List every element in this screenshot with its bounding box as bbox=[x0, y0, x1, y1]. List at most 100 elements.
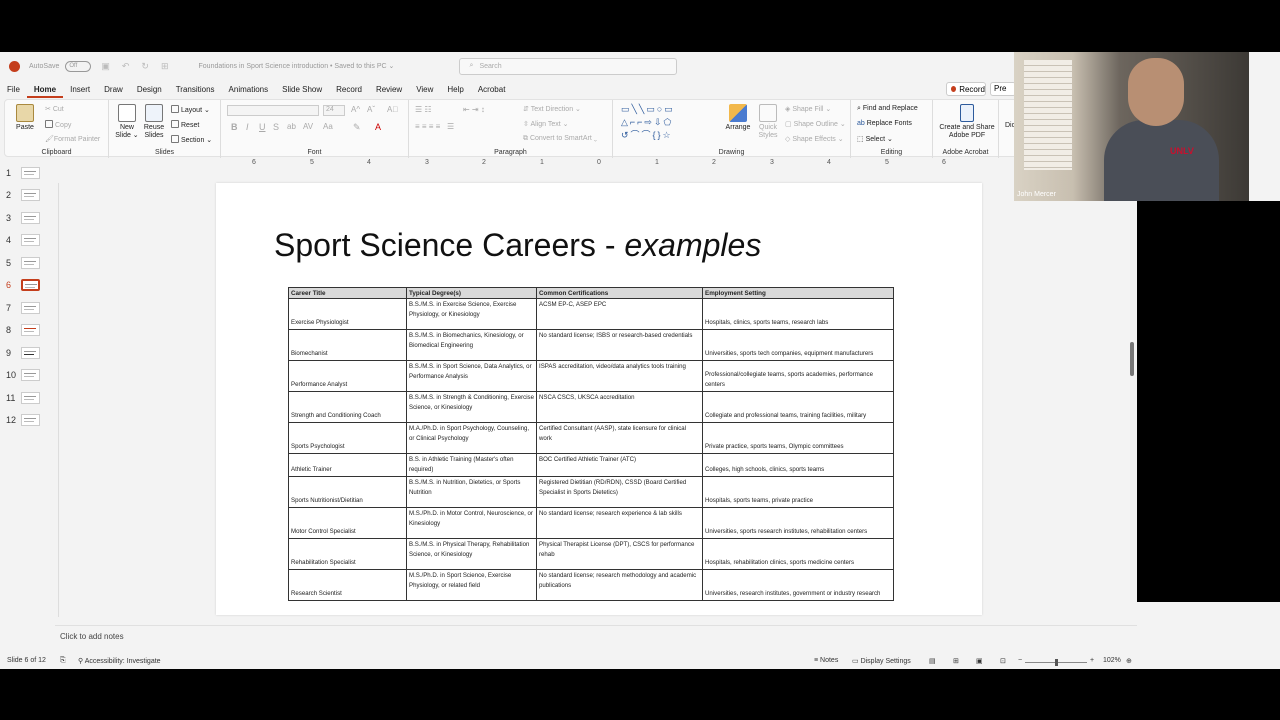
slide-thumbnail[interactable]: 9 bbox=[0, 344, 55, 366]
table-cell[interactable]: ACSM EP-C, ASEP EPC bbox=[536, 298, 703, 330]
shape-fill-button[interactable]: ◈ Shape Fill ⌄ bbox=[785, 105, 831, 113]
slide-thumbnail[interactable]: 4 bbox=[0, 231, 55, 253]
table-cell[interactable]: Universities, research institutes, gover… bbox=[702, 569, 894, 601]
zoom-in-icon[interactable]: + bbox=[1090, 657, 1094, 664]
layout-button[interactable]: Layout ⌄ bbox=[171, 105, 210, 114]
tab-animations[interactable]: Animations bbox=[222, 82, 276, 98]
tab-design[interactable]: Design bbox=[130, 82, 169, 98]
table-cell[interactable]: ISPAS accreditation, video/data analytic… bbox=[536, 360, 703, 392]
table-cell[interactable]: Colleges, high schools, clinics, sports … bbox=[702, 453, 894, 477]
tab-review[interactable]: Review bbox=[369, 82, 409, 98]
display-settings-button[interactable]: ▭ Display Settings bbox=[852, 657, 911, 665]
highlight-icon[interactable]: ✎ bbox=[353, 122, 361, 133]
present-button[interactable]: Pre bbox=[990, 82, 1016, 96]
slide-thumbnail[interactable]: 3 bbox=[0, 209, 55, 231]
zoom-level[interactable]: 102% bbox=[1103, 657, 1121, 664]
align-text-button[interactable]: ⇳ Align Text ⌄ bbox=[523, 120, 568, 128]
tab-home[interactable]: Home bbox=[26, 82, 64, 98]
record-button[interactable]: Record bbox=[946, 82, 986, 96]
text-shadow-icon[interactable]: ab bbox=[287, 122, 296, 131]
table-cell[interactable]: Hospitals, sports teams, private practic… bbox=[702, 476, 894, 508]
table-cell[interactable]: Biomechanist bbox=[288, 329, 407, 361]
change-case-icon[interactable]: Aa bbox=[323, 122, 333, 131]
table-cell[interactable]: Universities, sports research institutes… bbox=[702, 507, 894, 539]
table-cell[interactable]: Professional/collegiate teams, sports ac… bbox=[702, 360, 894, 392]
find-replace-button[interactable]: ⌕ Find and Replace bbox=[857, 105, 918, 113]
notes-pane[interactable]: Click to add notes bbox=[55, 625, 1137, 647]
grow-font-icon[interactable]: A^ bbox=[351, 105, 360, 114]
indent-icon[interactable]: ⇤ ⇥ ↕ bbox=[463, 105, 485, 114]
align-icons[interactable]: ≡ ≡ ≡ ≡ ☰ bbox=[415, 122, 454, 131]
table-cell[interactable]: Strength and Conditioning Coach bbox=[288, 391, 407, 423]
table-cell[interactable]: Certified Consultant (AASP), state licen… bbox=[536, 422, 703, 454]
zoom-slider-thumb[interactable] bbox=[1055, 659, 1058, 666]
slide-thumbnail[interactable]: 2 bbox=[0, 186, 55, 208]
accessibility-button[interactable]: ⚲ Accessibility: Investigate bbox=[78, 657, 161, 665]
table-cell[interactable]: B.S./M.S. in Biomechanics, Kinesiology, … bbox=[406, 329, 537, 361]
spellcheck-icon[interactable]: ⎘ bbox=[60, 657, 66, 665]
slide-title[interactable]: Sport Science Careers - examples bbox=[274, 227, 761, 264]
document-title[interactable]: Foundations in Sport Science introductio… bbox=[199, 62, 459, 70]
quick-styles-button[interactable]: Quick Styles bbox=[755, 104, 781, 140]
bullets-icon[interactable]: ☰ ☷ bbox=[415, 105, 432, 114]
fit-to-window-icon[interactable]: ⊕ bbox=[1126, 657, 1132, 665]
autosave-toggle[interactable]: Off bbox=[65, 60, 92, 72]
table-cell[interactable]: B.S. in Athletic Training (Master's ofte… bbox=[406, 453, 537, 477]
table-cell[interactable]: Collegiate and professional teams, train… bbox=[702, 391, 894, 423]
shapes-gallery[interactable]: ▭╲╲▭○▭ △⌐⌐⇨⇩⬠ ↺⌒⌒{}☆ bbox=[621, 103, 709, 141]
table-cell[interactable]: No standard license; research methodolog… bbox=[536, 569, 703, 601]
table-cell[interactable]: M.A./Ph.D. in Sport Psychology, Counseli… bbox=[406, 422, 537, 454]
slide-thumbnail[interactable]: 5 bbox=[0, 254, 55, 276]
italic-icon[interactable]: I bbox=[246, 122, 249, 132]
table-cell[interactable]: Sports Nutritionist/Dietitian bbox=[288, 476, 407, 508]
search-box[interactable]: ⌕ Search bbox=[458, 57, 677, 75]
tab-insert[interactable]: Insert bbox=[63, 82, 97, 98]
table-header-cell[interactable]: Employment Setting bbox=[702, 287, 894, 299]
table-cell[interactable]: NSCA CSCS, UKSCA accreditation bbox=[536, 391, 703, 423]
tab-draw[interactable]: Draw bbox=[97, 82, 130, 98]
slide-canvas[interactable]: Sport Science Careers - examples Career … bbox=[216, 183, 982, 615]
undo-icon[interactable]: ↶ bbox=[122, 61, 130, 72]
redo-icon[interactable]: ↻ bbox=[141, 61, 149, 72]
reuse-slides-button[interactable]: Reuse Slides bbox=[141, 104, 167, 140]
table-cell[interactable]: B.S./M.S. in Exercise Science, Exercise … bbox=[406, 298, 537, 330]
table-cell[interactable]: Research Scientist bbox=[288, 569, 407, 601]
character-spacing-icon[interactable]: AV bbox=[303, 122, 313, 131]
career-table[interactable]: Career Title Typical Degree(s) Common Ce… bbox=[288, 287, 894, 601]
table-cell[interactable]: BOC Certified Athletic Trainer (ATC) bbox=[536, 453, 703, 477]
table-cell[interactable]: No standard license; ISBS or research-ba… bbox=[536, 329, 703, 361]
shape-effects-button[interactable]: ◇ Shape Effects ⌄ bbox=[785, 135, 844, 143]
section-button[interactable]: Section ⌄ bbox=[171, 135, 212, 144]
paste-button[interactable]: Paste bbox=[11, 104, 39, 132]
format-painter-button[interactable]: 🖌Format Painter bbox=[45, 135, 100, 143]
tab-record[interactable]: Record bbox=[329, 82, 369, 98]
customize-toolbar-icon[interactable]: ⊞ bbox=[161, 61, 169, 72]
slide-thumbnail-active[interactable]: 6 bbox=[0, 276, 55, 298]
reading-view-icon[interactable]: ▣ bbox=[976, 657, 983, 665]
table-cell[interactable]: Physical Therapist License (DPT), CSCS f… bbox=[536, 538, 703, 570]
underline-icon[interactable]: U bbox=[259, 122, 266, 132]
table-cell[interactable]: Hospitals, clinics, sports teams, resear… bbox=[702, 298, 894, 330]
table-header-cell[interactable]: Common Certifications bbox=[536, 287, 703, 299]
table-cell[interactable]: Rehabilitation Specialist bbox=[288, 538, 407, 570]
table-cell[interactable]: M.S./Ph.D. in Motor Control, Neuroscienc… bbox=[406, 507, 537, 539]
tab-help[interactable]: Help bbox=[440, 82, 470, 98]
slide-thumbnail[interactable]: 12 bbox=[0, 411, 55, 433]
slide-thumbnail[interactable]: 1 bbox=[0, 164, 55, 186]
table-cell[interactable]: Athletic Trainer bbox=[288, 453, 407, 477]
shrink-font-icon[interactable]: Aˇ bbox=[367, 105, 375, 114]
tab-acrobat[interactable]: Acrobat bbox=[471, 82, 513, 98]
new-slide-button[interactable]: New Slide ⌄ bbox=[115, 104, 139, 140]
table-cell[interactable]: B.S./M.S. in Sport Science, Data Analyti… bbox=[406, 360, 537, 392]
create-share-pdf-button[interactable]: Create and Share Adobe PDF bbox=[937, 104, 997, 140]
table-cell[interactable]: B.S./M.S. in Nutrition, Dietetics, or Sp… bbox=[406, 476, 537, 508]
font-color-icon[interactable]: A bbox=[375, 122, 381, 132]
bold-icon[interactable]: B bbox=[231, 122, 238, 132]
tab-file[interactable]: File bbox=[0, 82, 27, 98]
table-cell[interactable]: Motor Control Specialist bbox=[288, 507, 407, 539]
table-cell[interactable]: No standard license; research experience… bbox=[536, 507, 703, 539]
slide-thumbnail[interactable]: 7 bbox=[0, 299, 55, 321]
strikethrough-icon[interactable]: S bbox=[273, 122, 279, 132]
tab-transitions[interactable]: Transitions bbox=[169, 82, 222, 98]
copy-button[interactable]: Copy bbox=[45, 120, 71, 129]
